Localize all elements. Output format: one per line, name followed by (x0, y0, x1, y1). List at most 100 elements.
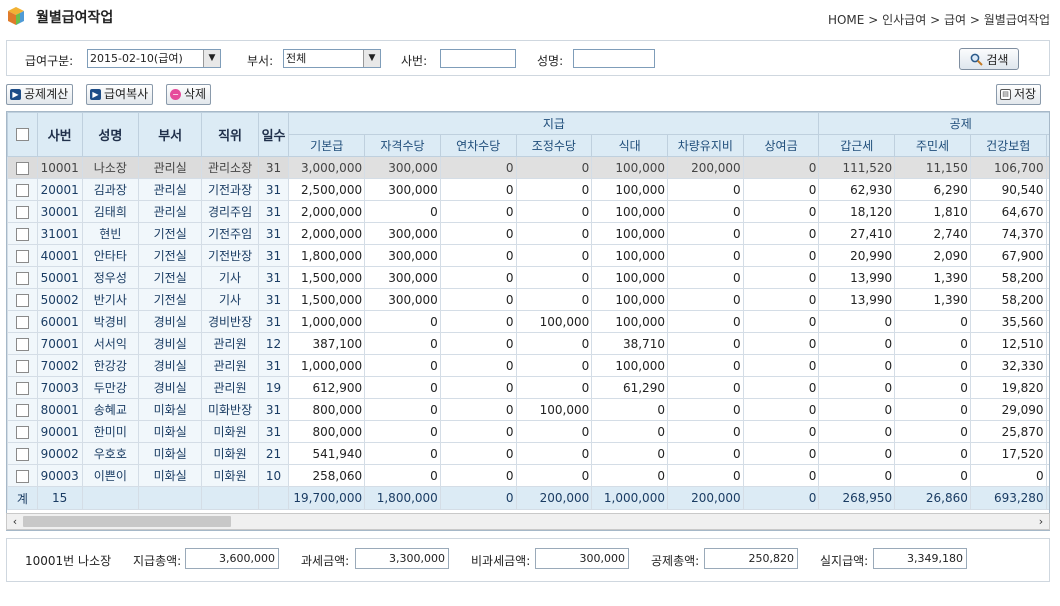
cell-emp-no[interactable]: 40001 (36, 244, 83, 267)
cell-deduction-0[interactable]: 0 (818, 354, 896, 377)
cell-deduction-2[interactable]: 35,560 (969, 310, 1047, 333)
cell-name[interactable]: 반기사 (81, 288, 139, 311)
cell-name[interactable]: 두만강 (81, 376, 139, 399)
cell-deduction-3[interactable] (1045, 222, 1049, 245)
row-checkbox[interactable] (15, 293, 29, 307)
table-row[interactable]: 20001 김과장 관리실 기전과장 31 2,500,000 300,000 0 0 100,0… (7, 178, 1049, 201)
table-row[interactable]: 90002 우호호 미화실 미화원 21 541,940 0 0 0 0 0 0 0 0 17,520 (7, 442, 1049, 465)
cell-pay-2[interactable]: 0 (439, 420, 517, 443)
cell-deduction-2[interactable]: 58,200 (969, 288, 1047, 311)
row-checkbox-cell[interactable] (7, 288, 38, 311)
cell-dept[interactable]: 미화실 (137, 398, 203, 421)
cell-deduction-2[interactable]: 90,540 (969, 178, 1047, 201)
cell-deduction-0[interactable]: 0 (818, 420, 896, 443)
row-checkbox[interactable] (15, 315, 29, 329)
cell-days[interactable]: 19 (257, 376, 290, 399)
cell-deduction-0[interactable]: 18,120 (818, 200, 896, 223)
cell-deduction-2[interactable]: 67,900 (969, 244, 1047, 267)
cell-pay-2[interactable]: 0 (439, 178, 517, 201)
cell-dept[interactable]: 기전실 (137, 222, 203, 245)
cell-deduction-2[interactable]: 12,510 (969, 332, 1047, 355)
cell-deduction-1[interactable]: 0 (894, 420, 971, 443)
cell-emp-no[interactable]: 30001 (36, 200, 83, 223)
table-row[interactable]: 40001 안타타 기전실 기전반장 31 1,800,000 300,000 0 0 100,0… (7, 244, 1049, 267)
cell-pay-1[interactable]: 0 (364, 464, 441, 487)
cell-deduction-1[interactable]: 0 (894, 376, 971, 399)
cell-position[interactable]: 기사 (201, 266, 259, 289)
breadcrumb-home[interactable]: HOME (828, 13, 864, 27)
scrollbar-thumb[interactable] (23, 516, 231, 527)
cell-position[interactable]: 기전반장 (201, 244, 259, 267)
cell-deduction-1[interactable]: 0 (894, 442, 971, 465)
cell-position[interactable]: 기전과장 (201, 178, 259, 201)
cell-emp-no[interactable]: 20001 (36, 178, 83, 201)
header-pay-0[interactable]: 기본급 (288, 134, 366, 157)
cell-pay-5[interactable]: 0 (666, 442, 744, 465)
row-checkbox-cell[interactable] (7, 420, 38, 443)
nontax-amount-field[interactable]: 300,000 (535, 548, 629, 569)
cell-pay-1[interactable]: 300,000 (364, 288, 441, 311)
cell-deduction-3[interactable] (1045, 266, 1049, 289)
row-checkbox[interactable] (15, 425, 29, 439)
cell-pay-6[interactable]: 0 (742, 442, 820, 465)
cell-emp-no[interactable]: 50001 (36, 266, 83, 289)
cell-pay-1[interactable]: 0 (364, 376, 441, 399)
cell-deduction-1[interactable]: 1,810 (894, 200, 971, 223)
delete-button[interactable]: − 삭제 (166, 84, 212, 105)
cell-pay-4[interactable]: 61,290 (591, 376, 668, 399)
cell-pay-0[interactable]: 258,060 (288, 464, 366, 487)
cell-position[interactable]: 기전주임 (201, 222, 259, 245)
cell-deduction-3[interactable] (1045, 178, 1049, 201)
cell-pay-5[interactable]: 0 (666, 310, 744, 333)
cell-deduction-1[interactable]: 0 (894, 398, 971, 421)
table-row[interactable]: 30001 김태희 관리실 경리주임 31 2,000,000 0 0 0 100,000 0 0 18… (7, 200, 1049, 223)
table-row[interactable]: 31001 현빈 기전실 기전주임 31 2,000,000 300,000 0 0 100,00… (7, 222, 1049, 245)
cell-days[interactable]: 31 (257, 354, 290, 377)
cell-deduction-1[interactable]: 2,740 (894, 222, 971, 245)
cell-deduction-3[interactable] (1045, 332, 1049, 355)
row-checkbox-cell[interactable] (7, 310, 38, 333)
cell-pay-5[interactable]: 0 (666, 178, 744, 201)
header-emp-no[interactable]: 사번 (36, 112, 83, 157)
cell-pay-1[interactable]: 0 (364, 354, 441, 377)
cell-days[interactable]: 21 (257, 442, 290, 465)
copy-pay-button[interactable]: ▶ 급여복사 (86, 84, 154, 105)
cell-pay-3[interactable]: 0 (515, 244, 593, 267)
cell-pay-3[interactable]: 0 (515, 222, 593, 245)
cell-deduction-1[interactable]: 0 (894, 332, 971, 355)
emp-no-input[interactable] (440, 49, 516, 68)
row-checkbox[interactable] (15, 183, 29, 197)
cell-deduction-3[interactable] (1045, 420, 1049, 443)
scroll-left-arrow-icon[interactable]: ‹ (9, 514, 21, 529)
cell-pay-5[interactable]: 0 (666, 354, 744, 377)
cell-name[interactable]: 송혜교 (81, 398, 139, 421)
row-checkbox-cell[interactable] (7, 332, 38, 355)
cell-pay-6[interactable]: 0 (742, 376, 820, 399)
cell-pay-2[interactable]: 0 (439, 442, 517, 465)
cell-pay-0[interactable]: 1,500,000 (288, 266, 366, 289)
cell-name[interactable]: 이쁜이 (81, 464, 139, 487)
cell-pay-0[interactable]: 541,940 (288, 442, 366, 465)
cell-position[interactable]: 기사 (201, 288, 259, 311)
cell-pay-4[interactable]: 0 (591, 464, 668, 487)
cell-pay-1[interactable]: 0 (364, 200, 441, 223)
cell-pay-3[interactable]: 0 (515, 178, 593, 201)
cell-name[interactable]: 박경비 (81, 310, 139, 333)
cell-pay-1[interactable]: 0 (364, 442, 441, 465)
cell-days[interactable]: 31 (257, 156, 290, 179)
cell-pay-3[interactable]: 100,000 (515, 398, 593, 421)
cell-pay-4[interactable]: 100,000 (591, 266, 668, 289)
cell-pay-2[interactable]: 0 (439, 200, 517, 223)
header-pay-6[interactable]: 상여금 (742, 134, 820, 157)
row-checkbox[interactable] (15, 249, 29, 263)
cell-pay-2[interactable]: 0 (439, 376, 517, 399)
cell-pay-2[interactable]: 0 (439, 288, 517, 311)
cell-pay-3[interactable]: 0 (515, 266, 593, 289)
cell-deduction-2[interactable]: 25,870 (969, 420, 1047, 443)
cell-days[interactable]: 31 (257, 310, 290, 333)
cell-deduction-1[interactable]: 0 (894, 354, 971, 377)
header-pay-5[interactable]: 차량유지비 (666, 134, 744, 157)
cell-pay-5[interactable]: 0 (666, 222, 744, 245)
cell-emp-no[interactable]: 10001 (36, 156, 83, 179)
row-checkbox[interactable] (15, 205, 29, 219)
